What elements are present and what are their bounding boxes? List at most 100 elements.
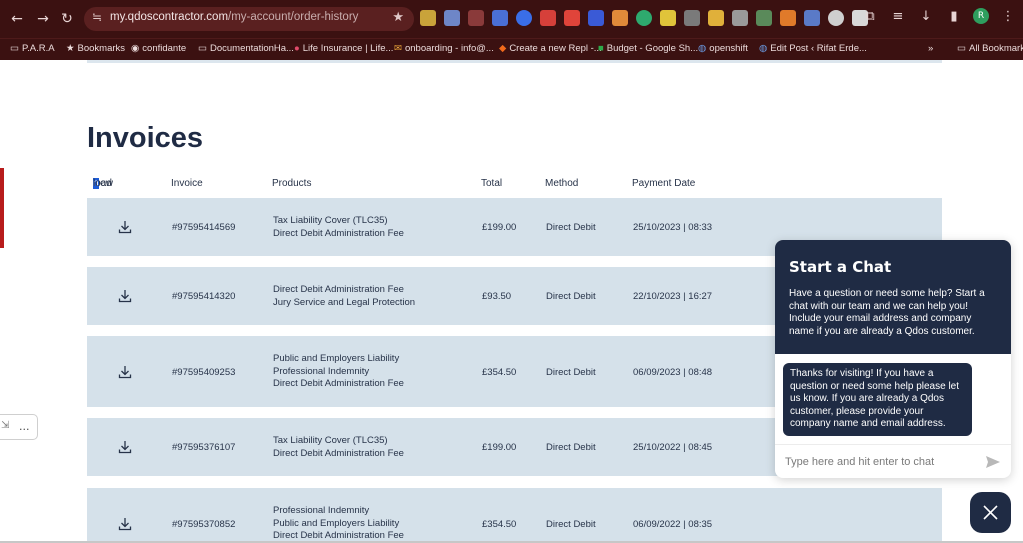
site-icon: ● [294,43,300,54]
extensions-row [420,10,868,28]
product-name: Professional Indemnity [273,365,370,377]
chat-widget: Start a Chat Have a question or need som… [775,240,1011,478]
reading-list-icon[interactable]: ≡ [889,9,907,24]
reload-icon[interactable]: ↻ [58,10,76,28]
bookmark-item[interactable]: ■ Budget - Google Sh... [598,43,698,54]
products-cell: Tax Liability Cover (TLC35) Direct Debit… [273,435,404,460]
extension-icon[interactable] [492,10,508,26]
close-icon [983,505,998,520]
invoice-total: £93.50 [482,291,512,302]
payment-method: Direct Debit [546,222,596,233]
top-divider [87,60,942,63]
extension-icon[interactable] [540,10,556,26]
bookmark-item[interactable]: ◆ Create a new Repl -... [499,43,602,54]
product-name: Direct Debit Administration Fee [273,447,404,459]
payment-method: Direct Debit [546,291,596,302]
send-icon[interactable] [985,454,1001,470]
column-header-method: Method [545,178,579,189]
table-row: #97595370852 Professional Indemnity Publ… [87,488,942,543]
invoice-total: £199.00 [482,442,517,453]
chat-message-bubble: Thanks for visiting! If you have a quest… [783,363,972,436]
extension-icon[interactable] [588,10,604,26]
table-header: Dow n load Invoice Products Total Method P… [93,178,943,192]
folder-icon: ▭ [10,43,19,54]
bookmark-item[interactable]: ◍ Edit Post ‹ Rifat Erde... [759,43,867,54]
replit-icon: ◆ [499,43,507,54]
address-bar[interactable]: ≒ my.qdoscontractor.com/my-account/order… [84,7,414,31]
product-name: Direct Debit Administration Fee [273,284,404,295]
extension-icon[interactable] [804,10,820,26]
extension-icon[interactable] [828,10,844,26]
bookmark-item[interactable]: ◉ confidante [131,43,186,54]
extension-icon[interactable] [732,10,748,26]
back-arrow-icon[interactable]: ← [8,10,26,28]
extension-icon[interactable] [516,10,532,26]
extension-icon[interactable] [660,10,676,26]
bookmark-label: confidante [142,43,187,54]
download-icon[interactable] [117,439,133,455]
profile-avatar[interactable]: R [973,8,989,24]
download-icon[interactable] [117,219,133,235]
extension-icon[interactable] [684,10,700,26]
folder-icon: ▭ [957,43,966,54]
column-header-invoice: Invoice [171,178,203,189]
bookmark-item[interactable]: ● Life Insurance | Life... [294,43,393,54]
extension-icon[interactable] [420,10,436,26]
bookmark-item[interactable]: ✉ onboarding - info@... [394,43,494,54]
payment-date: 25/10/2023 | 08:33 [633,222,713,233]
extension-icon[interactable] [780,10,796,26]
bookmark-label: Budget - Google Sh... [606,43,699,54]
bookmark-item[interactable]: ▭ DocumentationHa... [198,43,294,54]
invoice-number: #97595370852 [172,519,236,530]
bookmark-item[interactable]: ▭All Bookmarks [957,43,1023,54]
payment-method: Direct Debit [546,367,596,378]
product-name: Direct Debit Administration Fee [273,227,404,239]
browser-controls: ⧉ ≡ ↓ ▮ R ⋮ [861,8,1023,24]
page-title: Invoices [87,122,204,154]
bookmark-star-icon[interactable]: ★ [392,10,404,25]
floating-tool-button[interactable]: ⇲ ... [0,414,38,440]
payment-date: 25/10/2022 | 08:45 [633,442,713,453]
mail-icon: ✉ [394,43,402,54]
extension-icon[interactable] [636,10,652,26]
products-cell: Tax Liability Cover (TLC35) Direct Debit… [273,215,404,240]
bookmark-label: P.A.R.A [21,43,55,54]
extension-icon[interactable] [444,10,460,26]
bookmark-item[interactable]: ★ Bookmarks [66,43,125,54]
forward-arrow-icon[interactable]: → [34,10,52,28]
bookmark-label: Create a new Repl -... [509,43,602,54]
close-chat-button[interactable] [970,492,1011,533]
extension-icon[interactable] [468,10,484,26]
bookmark-item[interactable]: ▭ P.A.R.A [10,43,55,54]
download-icon[interactable] [117,288,133,304]
bookmark-label: All Bookmarks [968,43,1023,54]
extension-icon[interactable] [708,10,724,26]
address-url[interactable]: my.qdoscontractor.com/my-account/order-h… [110,11,358,23]
more-label: ... [19,420,30,433]
side-panel-icon[interactable]: ▮ [945,9,963,24]
chat-input[interactable] [785,453,975,471]
invoice-number: #97595409253 [172,367,236,378]
browser-toolbar: ← → ↻ ≒ my.qdoscontractor.com/my-account… [0,0,1023,38]
payment-method: Direct Debit [546,519,596,530]
payment-date: 06/09/2023 | 08:48 [633,367,713,378]
extension-icon[interactable] [564,10,580,26]
column-header-products: Products [272,178,312,189]
download-icon[interactable] [117,364,133,380]
menu-kebab-icon[interactable]: ⋮ [999,9,1017,24]
payment-date: 06/09/2022 | 08:35 [633,519,713,530]
site-info-icon[interactable]: ≒ [92,10,102,24]
download-icon[interactable] [117,516,133,532]
pin-icon: ⇲ [1,420,10,431]
extension-icon[interactable] [756,10,772,26]
extensions-puzzle-icon[interactable]: ⧉ [861,9,879,24]
column-header-total: Total [481,178,503,189]
header-text-part: load [93,178,112,189]
bookmark-item[interactable]: ◍ openshift [698,43,748,54]
download-icon[interactable]: ↓ [917,9,935,24]
url-path: /my-account/order-history [228,11,359,23]
extension-icon[interactable] [612,10,628,26]
invoice-total: £354.50 [482,367,517,378]
more-bookmarks-button[interactable]: » [928,43,933,54]
wordpress-icon: ◍ [698,43,707,54]
